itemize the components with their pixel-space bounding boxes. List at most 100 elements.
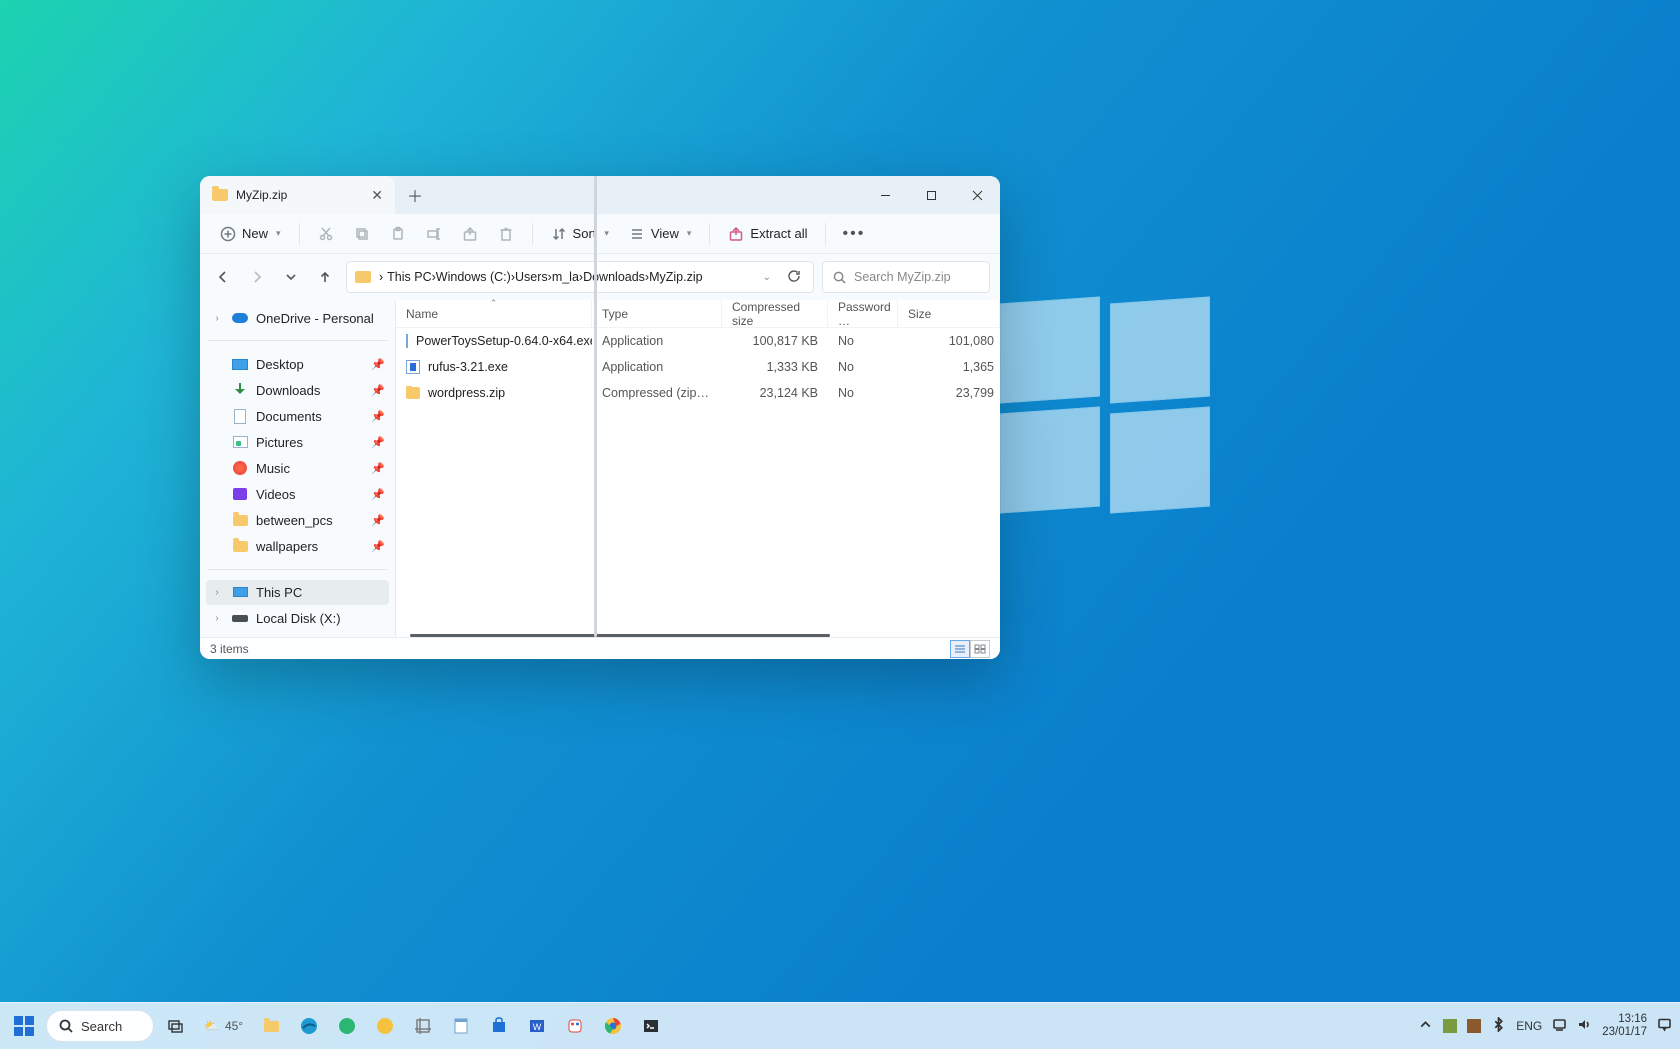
- refresh-button[interactable]: [783, 269, 805, 286]
- task-view-button[interactable]: [160, 1010, 192, 1042]
- status-item-count: 3 items: [210, 642, 249, 656]
- col-type[interactable]: Type: [592, 300, 722, 327]
- store-icon[interactable]: [483, 1010, 515, 1042]
- minimize-button[interactable]: [862, 176, 908, 214]
- system-tray[interactable]: ENG 13:16 23/01/17: [1418, 1013, 1672, 1039]
- chrome-icon[interactable]: [597, 1010, 629, 1042]
- pic-icon: [233, 436, 248, 448]
- pc-icon: [233, 587, 248, 597]
- desktop[interactable]: MyZip.zip ✕ ＋ New▾: [0, 0, 1680, 1049]
- notifications-icon[interactable]: [1657, 1017, 1672, 1035]
- up-button[interactable]: [312, 264, 338, 290]
- titlebar[interactable]: MyZip.zip ✕ ＋: [200, 176, 1000, 214]
- maximize-button[interactable]: [908, 176, 954, 214]
- new-button[interactable]: New▾: [212, 219, 289, 249]
- tab-title: MyZip.zip: [236, 188, 287, 202]
- windows-logo: [1000, 300, 1220, 520]
- tab-active[interactable]: MyZip.zip ✕: [200, 176, 395, 214]
- nav-this-pc[interactable]: › This PC: [206, 580, 389, 604]
- table-row[interactable]: PowerToysSetup-0.64.0-x64.exeApplication…: [396, 328, 1000, 354]
- new-tab-button[interactable]: ＋: [395, 176, 435, 214]
- table-row[interactable]: rufus-3.21.exeApplication1,333 KBNo1,365: [396, 354, 1000, 380]
- edge-taskbar-icon[interactable]: [293, 1010, 325, 1042]
- table-row[interactable]: wordpress.zipCompressed (zipped) Fol…23,…: [396, 380, 1000, 406]
- edge-canary-taskbar-icon[interactable]: [369, 1010, 401, 1042]
- nav-local-disk[interactable]: › Local Disk (X:): [206, 607, 389, 631]
- copy-button[interactable]: [346, 219, 378, 249]
- nav-item[interactable]: Pictures📌: [206, 429, 389, 455]
- col-compressed-size[interactable]: Compressed size: [722, 300, 828, 327]
- zip-icon: [355, 271, 371, 283]
- nav-item[interactable]: Documents📌: [206, 403, 389, 429]
- search-box[interactable]: Search MyZip.zip: [822, 261, 990, 293]
- address-bar[interactable]: › This PC›Windows (C:)›Users›m_la›Downlo…: [346, 261, 814, 293]
- pin-icon: 📌: [371, 514, 385, 527]
- breadcrumb-item[interactable]: This PC: [387, 270, 431, 284]
- nav-item[interactable]: Videos📌: [206, 481, 389, 507]
- extract-all-button[interactable]: Extract all: [720, 219, 815, 249]
- breadcrumb-item[interactable]: Windows (C:): [436, 270, 511, 284]
- nav-onedrive[interactable]: › OneDrive - Personal: [206, 306, 389, 330]
- thumbnails-view-button[interactable]: [970, 640, 990, 658]
- nav-item[interactable]: between_pcs📌: [206, 507, 389, 533]
- column-headers[interactable]: ⌃Name Type Compressed size Password … Si…: [396, 300, 1000, 328]
- breadcrumb-item[interactable]: MyZip.zip: [649, 270, 702, 284]
- taskbar-search[interactable]: Search: [46, 1010, 154, 1042]
- snipping-tool-icon[interactable]: [407, 1010, 439, 1042]
- breadcrumb-item[interactable]: Downloads: [583, 270, 645, 284]
- volume-icon[interactable]: [1577, 1017, 1592, 1035]
- file-explorer-taskbar-icon[interactable]: [255, 1010, 287, 1042]
- recent-button[interactable]: [278, 264, 304, 290]
- navigation-pane[interactable]: › OneDrive - Personal Desktop📌Downloads📌…: [200, 300, 396, 637]
- language-indicator[interactable]: ENG: [1516, 1019, 1542, 1033]
- nav-item[interactable]: Music📌: [206, 455, 389, 481]
- sort-button[interactable]: Sort▾: [543, 219, 617, 249]
- file-list[interactable]: ⌃Name Type Compressed size Password … Si…: [396, 300, 1000, 637]
- col-name[interactable]: ⌃Name: [396, 300, 592, 327]
- music-icon: [233, 461, 247, 475]
- start-button[interactable]: [8, 1010, 40, 1042]
- exe-file-icon: [406, 360, 420, 374]
- weather-widget[interactable]: ⛅ 45°: [198, 1019, 249, 1033]
- clock[interactable]: 13:16 23/01/17: [1602, 1013, 1647, 1039]
- rename-button[interactable]: [418, 219, 450, 249]
- delete-button[interactable]: [490, 219, 522, 249]
- taskbar[interactable]: Search ⛅ 45° W ENG 13:16 23/01/17: [0, 1002, 1680, 1049]
- horizontal-scrollbar[interactable]: [410, 634, 830, 637]
- tray-overflow-icon[interactable]: [1418, 1017, 1433, 1035]
- nav-item[interactable]: Desktop📌: [206, 351, 389, 377]
- tray-app-icon-2[interactable]: [1467, 1019, 1481, 1033]
- tab-close-button[interactable]: ✕: [371, 187, 383, 204]
- details-view-button[interactable]: [950, 640, 970, 658]
- col-size[interactable]: Size: [898, 300, 1000, 327]
- pin-icon: 📌: [371, 540, 385, 553]
- tray-app-icon-1[interactable]: [1443, 1019, 1457, 1033]
- address-dropdown[interactable]: ⌄: [755, 272, 779, 283]
- forward-button[interactable]: [244, 264, 270, 290]
- notepad-icon[interactable]: [445, 1010, 477, 1042]
- more-button[interactable]: •••: [836, 225, 871, 243]
- bluetooth-icon[interactable]: [1491, 1017, 1506, 1035]
- nav-scrollbar[interactable]: [594, 176, 597, 637]
- cloud-icon: [232, 313, 248, 323]
- nav-item[interactable]: Downloads📌: [206, 377, 389, 403]
- desktop-icon: [232, 359, 248, 370]
- pin-icon: 📌: [371, 436, 385, 449]
- nav-item[interactable]: wallpapers📌: [206, 533, 389, 559]
- network-icon[interactable]: [1552, 1017, 1567, 1035]
- drive-icon: [232, 615, 248, 622]
- back-button[interactable]: [210, 264, 236, 290]
- word-icon[interactable]: W: [521, 1010, 553, 1042]
- pin-icon: 📌: [371, 358, 385, 371]
- terminal-icon[interactable]: [635, 1010, 667, 1042]
- edge-dev-taskbar-icon[interactable]: [331, 1010, 363, 1042]
- share-button[interactable]: [454, 219, 486, 249]
- breadcrumb-item[interactable]: m_la: [552, 270, 579, 284]
- breadcrumb-item[interactable]: Users: [515, 270, 548, 284]
- cut-button[interactable]: [310, 219, 342, 249]
- powertoys-icon[interactable]: [559, 1010, 591, 1042]
- view-button[interactable]: View▾: [621, 219, 699, 249]
- paste-button[interactable]: [382, 219, 414, 249]
- col-password[interactable]: Password …: [828, 300, 898, 327]
- close-button[interactable]: [954, 176, 1000, 214]
